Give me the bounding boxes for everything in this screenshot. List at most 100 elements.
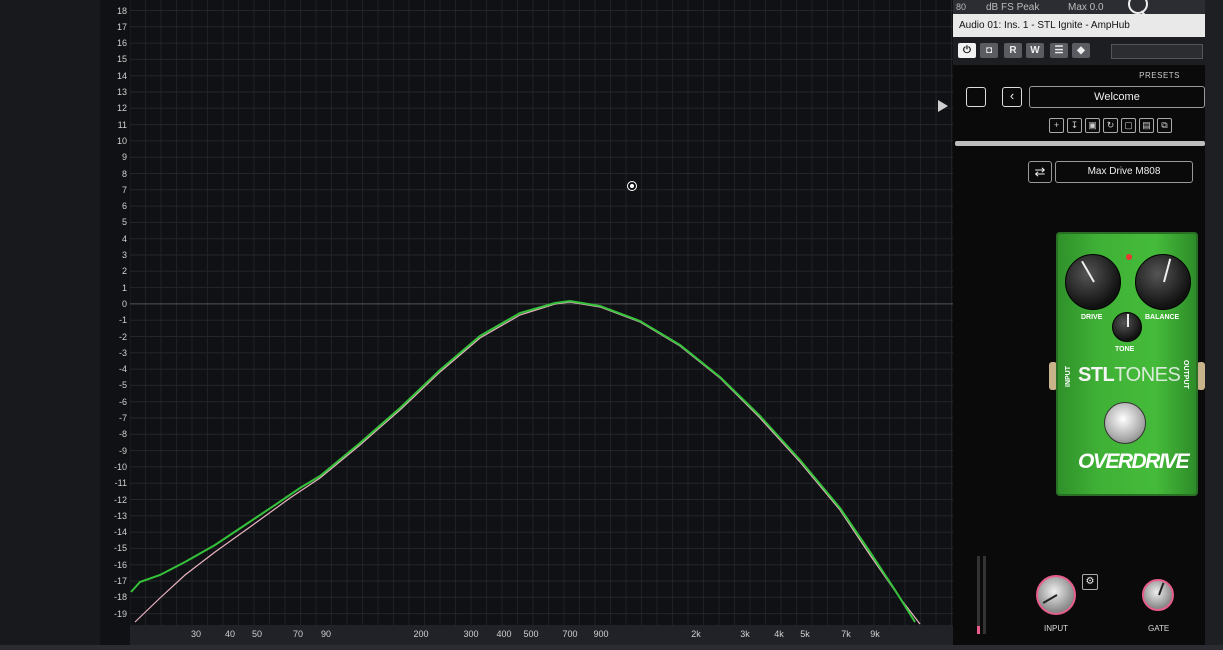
tone-knob[interactable] [1112,312,1142,342]
y-tick-label: -14 [113,527,127,538]
gate-knob[interactable] [1142,579,1174,611]
new-preset-icon[interactable]: + [1049,118,1064,133]
bottom-bar [0,645,1223,650]
y-tick-label: 0 [121,298,127,309]
plugin-title[interactable]: Audio 01: Ins. 1 - STL Ignite - AmpHub [953,14,1205,37]
y-tick-label: 9 [121,152,127,163]
y-tick-label: 5 [121,217,127,228]
y-tick-label: -18 [113,592,127,603]
output-jack [1197,362,1205,390]
compare-button[interactable]: ◆ [1072,43,1090,58]
x-tick-label: 200 [413,629,429,639]
balance-knob[interactable] [1135,254,1191,310]
x-tick-label: 500 [523,629,539,639]
y-tick-label: 17 [116,21,127,32]
y-tick-label: 8 [121,168,127,179]
presets-label: PRESETS [1139,71,1180,80]
expand-icon[interactable] [966,87,986,107]
y-tick-label: -3 [118,347,127,358]
menu-button[interactable]: ☰ [1050,43,1068,58]
gate-knob-label: GATE [1148,624,1170,633]
y-tick-label: -15 [113,543,127,554]
x-axis: 30 40 50 70 90 200 300 400 500 700 900 2k 3k 4k 5k 7k 9k [130,625,953,645]
x-tick-label: 50 [251,629,263,639]
reset-icon[interactable]: ↻ [1103,118,1118,133]
duplicate-icon[interactable]: ⧉ [1157,118,1172,133]
preset-selector[interactable]: Welcome [1029,86,1205,108]
y-tick-label: 2 [121,266,127,277]
read-button[interactable]: R [1004,43,1022,58]
y-tick-label: 1 [121,282,127,293]
plugin-window: 80 dB FS Peak Max 0.0 Audio 01: Ins. 1 -… [953,0,1205,645]
save-icon[interactable]: ▣ [1085,118,1100,133]
cursor-marker[interactable] [627,181,637,191]
footswitch[interactable] [1104,402,1146,444]
input-label: INPUT [1065,366,1072,387]
delete-icon[interactable]: ▤ [1139,118,1154,133]
x-tick-label: 7k [841,629,851,639]
x-tick-label: 5k [800,629,810,639]
settings-icon[interactable]: ⚙ [1082,574,1098,590]
y-tick-label: -1 [118,315,127,326]
y-tick-label: -9 [118,445,127,456]
y-tick-label: 4 [121,233,127,244]
swap-icon[interactable]: ⇄ [1028,161,1052,183]
output-label: OUTPUT [1182,360,1189,389]
balance-label: BALANCE [1145,314,1180,321]
y-tick-label: 18 [116,5,127,16]
y-tick-label: 12 [116,103,127,114]
input-knob-label: INPUT [1044,624,1068,633]
bypass-button[interactable]: ◘ [980,43,998,58]
y-tick-label: -17 [113,576,127,586]
led-indicator [1126,254,1132,260]
y-tick-label: -13 [113,510,127,521]
play-icon[interactable] [938,100,948,112]
y-tick-label: -5 [118,380,127,391]
y-tick-label: 6 [121,201,127,212]
left-panel [0,0,100,650]
back-arrow-icon[interactable]: ‹ [1002,87,1022,107]
y-tick-label: -16 [113,559,127,570]
y-tick-label: -19 [113,608,127,619]
x-tick-label: 70 [292,629,304,639]
meter-mode-label[interactable]: dB FS Peak [986,2,1039,13]
y-tick-label: -11 [114,478,127,489]
right-edge-panel [1205,0,1223,650]
drive-knob[interactable] [1065,254,1121,310]
frequency-analyzer[interactable]: 18 17 16 15 14 13 12 11 10 9 8 7 6 5 4 3 2 1 0 -1 -2 -3 -4 -5 -6… [100,0,953,645]
y-tick-label: -12 [113,494,127,505]
meter-header: 80 dB FS Peak Max 0.0 [953,0,1205,14]
input-knob[interactable] [1036,575,1076,615]
analyzer-plot[interactable] [130,0,953,625]
brand-logo: STLTONES [1078,364,1181,386]
curve-primary [130,299,916,623]
y-tick-label: -7 [118,413,127,423]
x-tick-label: 3k [740,629,750,639]
model-selector[interactable]: Max Drive M808 [1055,161,1193,183]
y-tick-label: 10 [116,135,127,146]
input-meter [977,556,987,634]
meter-scale-label: 80 [956,2,967,12]
y-tick-label: -6 [118,396,127,407]
y-tick-label: 15 [116,54,127,65]
x-tick-label: 300 [463,629,479,639]
x-tick-label: 90 [320,629,332,639]
host-preset-field[interactable] [1111,44,1203,59]
x-tick-label: 400 [496,629,512,639]
copy-icon[interactable]: ▢ [1121,118,1136,133]
y-axis: 18 17 16 15 14 13 12 11 10 9 8 7 6 5 4 3 2 1 0 -1 -2 -3 -4 -5 -6… [100,0,130,625]
power-button[interactable]: ⏻ [958,43,976,58]
overdrive-pedal: DRIVE BALANCE TONE INPUT OUTPUT STLTONES… [1056,232,1198,496]
preset-toolbar: + ↧ ▣ ↻ ▢ ▤ ⧉ [1049,115,1175,133]
model-logo: OVERDRIVE [1078,450,1190,473]
horizontal-scrollbar[interactable] [955,141,1205,146]
write-button[interactable]: W [1026,43,1044,58]
y-tick-label: 7 [121,184,127,195]
y-tick-label: 14 [116,70,127,81]
y-tick-label: -4 [118,364,127,375]
import-icon[interactable]: ↧ [1067,118,1082,133]
meter-max-value: Max 0.0 [1068,2,1104,13]
y-tick-label: 3 [121,250,127,260]
y-tick-label: -8 [118,429,127,440]
y-tick-label: 11 [117,119,127,130]
